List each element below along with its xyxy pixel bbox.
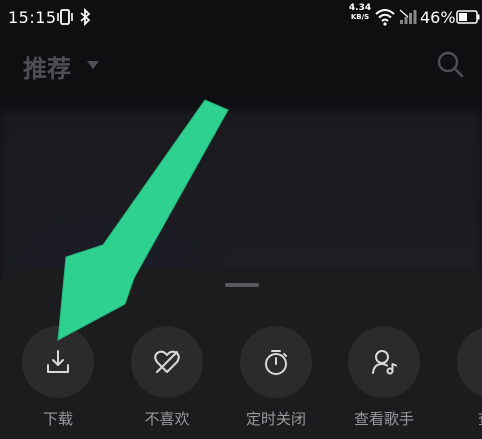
timer-close-label: 定时关闭 [245, 410, 306, 428]
bluetooth-icon [80, 8, 91, 26]
dislike-heart-icon [154, 350, 180, 373]
download-icon [47, 350, 69, 373]
view-singer-button-circle[interactable] [348, 326, 420, 398]
wifi-icon [375, 9, 395, 26]
view-more-label: 查看 [456, 408, 482, 429]
timer-close-button-circle[interactable] [240, 326, 312, 398]
timer-icon [265, 350, 287, 375]
dislike-button-circle[interactable] [131, 326, 203, 398]
caret-down-icon[interactable] [86, 60, 100, 70]
battery-icon [456, 10, 480, 24]
network-speed: 4.34 KB/S [347, 4, 373, 22]
background-content [0, 110, 482, 280]
status-bar: 15:15 4.34 KB/S 46% [0, 0, 482, 36]
network-speed-unit: KB/S [350, 13, 370, 21]
network-speed-value: 4.34 [348, 3, 372, 13]
dislike-label: 不喜欢 [144, 410, 190, 428]
download-button[interactable]: 下载 [21, 326, 95, 429]
sheet-handle[interactable] [225, 283, 259, 287]
app-header: 推荐 [0, 40, 482, 90]
download-label: 下载 [42, 410, 73, 428]
view-singer-icon [372, 350, 397, 375]
view-singer-button[interactable]: 查看歌手 [347, 326, 421, 429]
status-time: 15:15 [8, 8, 57, 27]
view-more-button[interactable]: 查看 [456, 326, 482, 429]
screen: 15:15 4.34 KB/S 46% 推荐 下载 不喜欢 定时关闭 查看歌手 [0, 0, 482, 439]
download-button-circle[interactable] [22, 326, 94, 398]
dislike-button[interactable]: 不喜欢 [130, 326, 204, 429]
signal-icon [399, 9, 417, 24]
timer-close-button[interactable]: 定时关闭 [239, 326, 313, 429]
view-more-button-circle[interactable] [457, 326, 482, 398]
action-sheet: 下载 不喜欢 定时关闭 查看歌手 [0, 268, 482, 439]
search-icon[interactable] [436, 50, 464, 78]
battery-percent: 46% [420, 8, 456, 27]
view-singer-label: 查看歌手 [353, 410, 414, 428]
vibrate-icon [57, 9, 73, 25]
page-title[interactable]: 推荐 [23, 49, 71, 84]
